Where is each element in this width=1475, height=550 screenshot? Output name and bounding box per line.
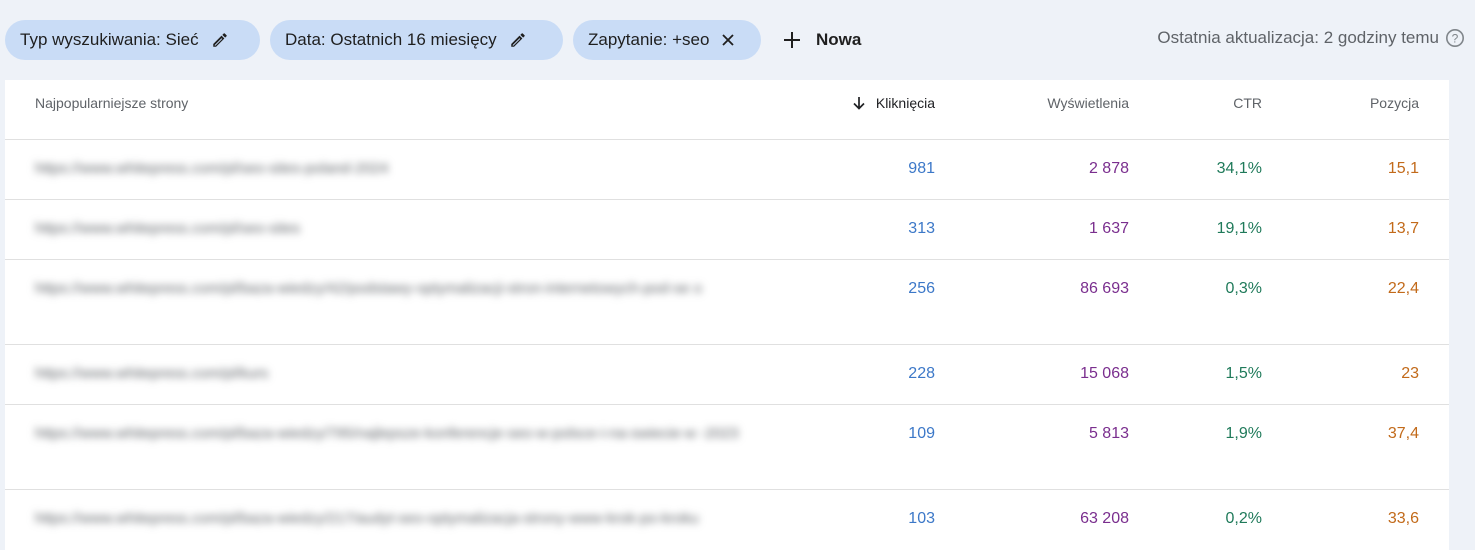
page-url[interactable]: https://www.whitepress.com/pl/kurs (35, 362, 770, 386)
page-url[interactable]: https://www.whitepress.com/pl/seo-sites (35, 217, 770, 241)
column-header-impressions[interactable]: Wyświetlenia (1047, 95, 1129, 111)
plus-icon (782, 30, 802, 50)
ctr-value: 0,3% (1225, 280, 1262, 297)
position-value: 37,4 (1387, 425, 1419, 442)
table-row[interactable]: https://www.whitepress.com/pl/baza-wiedz… (5, 260, 1449, 345)
impressions-value: 15 068 (1080, 365, 1129, 382)
position-value: 13,7 (1387, 220, 1419, 237)
filter-bar: Typ wyszukiwania: Sieć Data: Ostatnich 1… (0, 0, 1475, 80)
ctr-value: 19,1% (1216, 220, 1262, 237)
impressions-value: 86 693 (1080, 280, 1129, 297)
position-value: 15,1 (1387, 160, 1419, 177)
table-row[interactable]: https://www.whitepress.com/pl/kurs 228 1… (5, 345, 1449, 405)
page-url[interactable]: https://www.whitepress.com/pl/baza-wiedz… (35, 422, 770, 446)
svg-text:?: ? (1452, 32, 1459, 46)
column-header-clicks-label: Kliknięcia (875, 95, 935, 111)
position-value: 33,6 (1387, 510, 1419, 527)
impressions-value: 5 813 (1088, 425, 1129, 442)
page-url[interactable]: https://www.whitepress.com/pl/seo-sites-… (35, 157, 770, 181)
last-update-status: Ostatnia aktualizacja: 2 godziny temu ? (1157, 28, 1465, 48)
position-value: 23 (1401, 365, 1419, 382)
column-header-clicks[interactable]: Kliknięcia (852, 95, 935, 111)
top-pages-table: Najpopularniejsze strony Kliknięcia Wyśw… (5, 80, 1449, 550)
clicks-value: 103 (908, 510, 935, 527)
sort-descending-arrow-icon (852, 96, 866, 110)
clicks-value: 228 (908, 365, 935, 382)
page-url[interactable]: https://www.whitepress.com/pl/baza-wiedz… (35, 277, 770, 301)
table-row[interactable]: https://www.whitepress.com/pl/baza-wiedz… (5, 490, 1449, 549)
ctr-value: 1,5% (1225, 365, 1262, 382)
table-row[interactable]: https://www.whitepress.com/pl/seo-sites-… (5, 140, 1449, 200)
ctr-value: 0,2% (1225, 510, 1262, 527)
edit-pencil-icon[interactable] (509, 31, 527, 49)
column-header-pages[interactable]: Najpopularniejsze strony (35, 95, 188, 111)
edit-pencil-icon[interactable] (211, 31, 229, 49)
ctr-value: 1,9% (1225, 425, 1262, 442)
close-icon[interactable] (721, 33, 735, 47)
filter-chip-query[interactable]: Zapytanie: +seo (573, 20, 761, 60)
column-header-ctr[interactable]: CTR (1233, 95, 1262, 111)
last-update-text: Ostatnia aktualizacja: 2 godziny temu (1157, 28, 1439, 47)
position-value: 22,4 (1387, 280, 1419, 297)
table-row[interactable]: https://www.whitepress.com/pl/baza-wiedz… (5, 405, 1449, 490)
impressions-value: 1 637 (1088, 220, 1129, 237)
clicks-value: 981 (908, 160, 935, 177)
filter-chip-label: Typ wyszukiwania: Sieć (20, 30, 199, 49)
clicks-value: 313 (908, 220, 935, 237)
table-row[interactable]: https://www.whitepress.com/pl/seo-sites … (5, 200, 1449, 260)
filter-chip-search-type[interactable]: Typ wyszukiwania: Sieć (5, 20, 260, 60)
impressions-value: 63 208 (1080, 510, 1129, 527)
filter-chip-date[interactable]: Data: Ostatnich 16 miesięcy (270, 20, 563, 60)
page-url[interactable]: https://www.whitepress.com/pl/baza-wiedz… (35, 507, 770, 531)
table-header: Najpopularniejsze strony Kliknięcia Wyśw… (5, 80, 1449, 140)
filter-chip-label: Data: Ostatnich 16 miesięcy (285, 30, 497, 49)
add-filter-button[interactable]: Nowa (782, 22, 861, 58)
clicks-value: 109 (908, 425, 935, 442)
impressions-value: 2 878 (1088, 160, 1129, 177)
ctr-value: 34,1% (1216, 160, 1262, 177)
clicks-value: 256 (908, 280, 935, 297)
help-icon[interactable]: ? (1445, 28, 1465, 48)
filter-chip-label: Zapytanie: +seo (588, 30, 710, 49)
column-header-position[interactable]: Pozycja (1370, 95, 1419, 111)
add-filter-label: Nowa (816, 30, 862, 49)
